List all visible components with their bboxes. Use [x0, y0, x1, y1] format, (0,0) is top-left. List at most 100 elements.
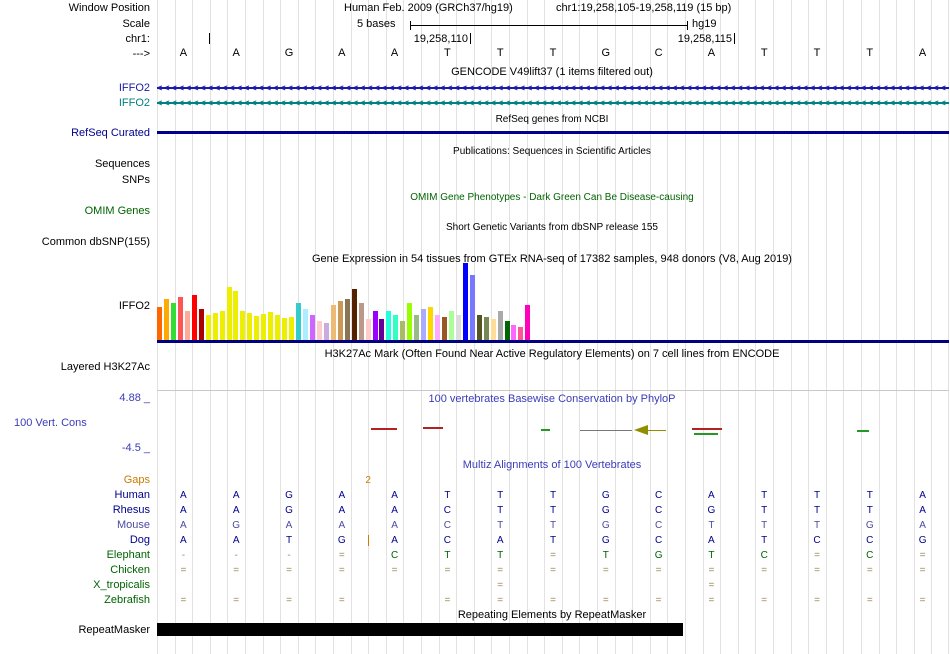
- refseq-gene-bar[interactable]: [157, 131, 949, 134]
- gtex-track-title: Gene Expression in 54 tissues from GTEx …: [312, 253, 792, 265]
- alignment-base: T: [708, 520, 715, 531]
- strand-arrow-label: --->: [132, 48, 150, 60]
- sidebar-item-iffo2-gtex[interactable]: IFFO2: [0, 300, 150, 313]
- alignment-base: T: [813, 505, 821, 516]
- sidebar-item-iffo2-gencode-1[interactable]: IFFO2: [0, 82, 150, 95]
- sidebar-item-common-dbsnp[interactable]: Common dbSNP(155): [0, 236, 150, 249]
- sidebar-item-layered-h3k27ac[interactable]: Layered H3K27Ac: [0, 361, 150, 374]
- gtex-expression-bar: [525, 305, 531, 341]
- sequence-base: T: [813, 47, 821, 59]
- alignment-base: =: [814, 595, 820, 606]
- multiz-alignment-row[interactable]: AAGAACTTGCGTTTA: [0, 504, 950, 518]
- alignment-base: =: [180, 595, 187, 606]
- coordinate-right: 19,258,115: [677, 33, 732, 45]
- alignment-base: A: [391, 535, 398, 546]
- alignment-gap-count: 2: [365, 475, 371, 486]
- alignment-base: A: [232, 490, 240, 501]
- alignment-base: T: [444, 490, 451, 501]
- gtex-expression-bar: [504, 321, 510, 341]
- sequence-base: T: [866, 47, 874, 59]
- position-range: chr1:19,258,105-19,258,119 (15 bp): [556, 2, 732, 14]
- alignment-base: A: [391, 520, 398, 531]
- conservation-mark: [694, 433, 718, 435]
- sidebar-item-refseq-curated[interactable]: RefSeq Curated: [0, 127, 150, 140]
- sequence-base: G: [284, 47, 294, 59]
- window-position-label: Window Position: [68, 2, 150, 14]
- multiz-alignment-row[interactable]: = = = = = = = = = = = = = =: [0, 594, 950, 608]
- alignment-base: =: [655, 565, 662, 576]
- gtex-expression-bar: [261, 314, 267, 341]
- multiz-alignment-row[interactable]: AAGAATTTGCATTTA: [0, 489, 950, 503]
- gtex-expression-bar: [296, 303, 301, 341]
- multiz-alignment-row[interactable]: = =: [0, 579, 950, 593]
- gtex-expression-bar: [421, 309, 427, 341]
- sidebar-item-iffo2-gencode-2[interactable]: IFFO2: [0, 97, 150, 110]
- gencode-track-title: GENCODE V49lift37 (1 items filtered out): [451, 66, 653, 78]
- gtex-expression-bar: [198, 309, 204, 341]
- alignment-base: C: [866, 535, 874, 546]
- gtex-expression-bar: [372, 311, 378, 341]
- gtex-expression-bar: [275, 315, 281, 341]
- alignment-base: A: [919, 520, 926, 531]
- multiz-alignment-row[interactable]: = = = = = = = = = = = = = = =: [0, 564, 950, 578]
- alignment-base: G: [337, 535, 346, 546]
- multiz-alignment-row[interactable]: 2: [0, 474, 950, 488]
- alignment-base: A: [338, 505, 346, 516]
- gtex-expression-bar: [393, 315, 399, 341]
- gene-model-iffo2-2[interactable]: <<<<<<<<<<<<<<<<<<<<<<<<<<<<<<<<<<<<<<<<…: [157, 97, 949, 109]
- alignment-base: T: [866, 505, 873, 516]
- conservation-mark: [580, 430, 632, 431]
- alignment-base: =: [550, 565, 556, 576]
- sequence-base: A: [390, 47, 399, 59]
- sidebar-item-omim-genes[interactable]: OMIM Genes: [0, 205, 150, 218]
- publications-track-title: Publications: Sequences in Scientific Ar…: [453, 146, 651, 157]
- ruler-tick: [209, 33, 210, 44]
- alignment-base: A: [919, 490, 926, 501]
- chromosome-label: chr1:: [125, 33, 150, 45]
- genome-browser-window: Window Position Human Feb. 2009 (GRCh37/…: [0, 0, 950, 654]
- sidebar-item-snps[interactable]: SNPs: [0, 174, 150, 187]
- alignment-base: G: [707, 505, 716, 516]
- multiz-alignment-row[interactable]: AGAAACTTGCTTTGA: [0, 519, 950, 533]
- alignment-base: =: [444, 595, 451, 606]
- sequence-base: T: [444, 47, 451, 59]
- sidebar-item-repeatmasker[interactable]: RepeatMasker: [0, 624, 150, 637]
- alignment-base: T: [602, 550, 609, 561]
- alignment-insert-tick: [368, 535, 370, 546]
- alignment-base: C: [654, 535, 663, 546]
- gtex-expression-bar: [170, 303, 176, 341]
- alignment-base: -: [234, 550, 238, 561]
- gtex-expression-bar: [400, 321, 406, 341]
- alignment-base: =: [708, 565, 715, 576]
- gtex-expression-bar: [309, 315, 315, 341]
- alignment-base: C: [654, 505, 663, 516]
- alignment-base: C: [866, 550, 874, 561]
- gene-model-iffo2-1[interactable]: <<<<<<<<<<<<<<<<<<<<<<<<<<<<<<<<<<<<<<<<…: [157, 82, 949, 94]
- sequence-base: A: [179, 47, 188, 59]
- alignment-base: =: [180, 565, 187, 576]
- multiz-alignment-row[interactable]: AATGACATGCATCCG: [0, 534, 950, 548]
- sidebar-item-100-vert-cons[interactable]: 100 Vert. Cons: [14, 417, 87, 430]
- alignment-base: T: [761, 535, 768, 546]
- gtex-expression-bar: [316, 321, 322, 341]
- ruler-tick: [470, 33, 471, 44]
- alignment-base: A: [180, 490, 187, 501]
- gtex-expression-bar: [303, 309, 308, 341]
- alignment-base: =: [338, 565, 345, 576]
- gtex-expression-bar: [330, 305, 336, 341]
- gtex-expression-bar: [212, 313, 218, 341]
- gtex-expression-bar: [205, 315, 211, 341]
- sequence-base: G: [601, 47, 611, 59]
- alignment-base: =: [761, 565, 768, 576]
- sidebar-item-sequences[interactable]: Sequences: [0, 158, 150, 171]
- conservation-mark: [371, 428, 397, 430]
- repeatmasker-element-bar[interactable]: [157, 623, 683, 636]
- alignment-base: =: [919, 550, 926, 561]
- gtex-expression-bar: [435, 315, 440, 341]
- h3k27ac-baseline: [157, 390, 949, 391]
- gtex-expression-bar: [483, 317, 489, 341]
- dbsnp-track-title: Short Genetic Variants from dbSNP releas…: [446, 222, 658, 233]
- alignment-base: =: [708, 580, 715, 591]
- gtex-expression-bar: [414, 315, 420, 341]
- multiz-alignment-row[interactable]: - - - = C T T = T G T C = C =: [0, 549, 950, 563]
